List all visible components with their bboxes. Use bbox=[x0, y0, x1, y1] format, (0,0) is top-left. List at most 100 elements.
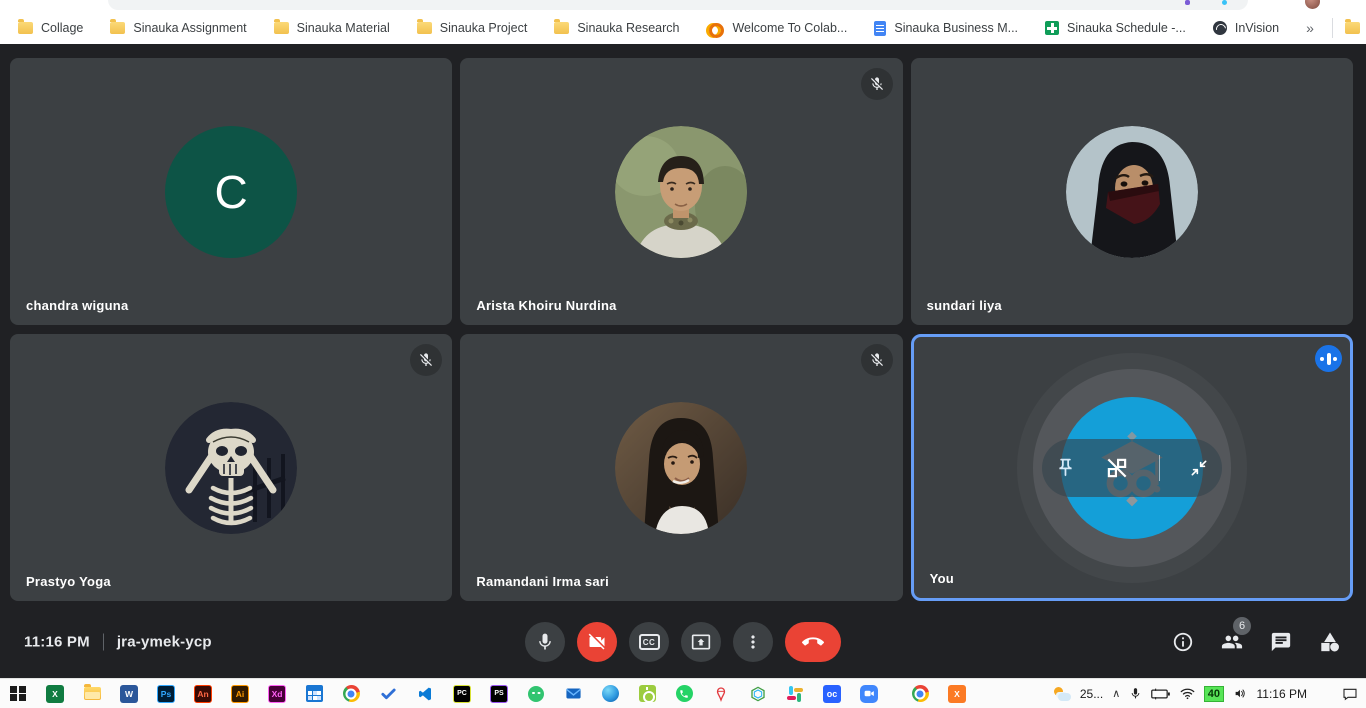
folder-icon bbox=[18, 22, 33, 34]
google-docs-icon bbox=[874, 21, 886, 36]
bookmark-sinauka-schedule[interactable]: Sinauka Schedule -... bbox=[1045, 21, 1186, 35]
mic-muted-icon bbox=[861, 344, 893, 376]
bookmark-invision[interactable]: InVision bbox=[1213, 21, 1279, 35]
bookmark-label: Sinauka Assignment bbox=[133, 21, 246, 35]
folder-icon bbox=[417, 22, 432, 34]
chrome-icon[interactable] bbox=[341, 684, 361, 704]
start-button-icon[interactable] bbox=[8, 684, 28, 704]
bookmarks-bar: Collage Sinauka Assignment Sinauka Mater… bbox=[0, 12, 1366, 44]
bookmark-sinauka-project[interactable]: Sinauka Project bbox=[417, 21, 528, 35]
bookmark-sinauka-material[interactable]: Sinauka Material bbox=[274, 21, 390, 35]
chrome-tray-icon[interactable] bbox=[910, 684, 930, 704]
bookmarks-overflow-chevron[interactable]: » bbox=[1306, 20, 1314, 36]
extension-icon[interactable] bbox=[1185, 0, 1190, 5]
participant-tile-arista-khoiru-nurdina[interactable]: Arista Khoiru Nurdina bbox=[460, 58, 902, 325]
wifi-icon[interactable] bbox=[1180, 687, 1195, 700]
folder-icon bbox=[110, 22, 125, 34]
participants-button[interactable]: 6 bbox=[1220, 630, 1244, 654]
battery-percent-badge[interactable]: 40 bbox=[1204, 686, 1223, 702]
pin-icon[interactable] bbox=[1055, 457, 1076, 478]
animate-icon[interactable]: An bbox=[193, 684, 213, 704]
colab-icon bbox=[706, 22, 724, 34]
participant-name: chandra wiguna bbox=[26, 298, 128, 313]
participant-tile-sundari-liya[interactable]: sundari liya bbox=[911, 58, 1353, 325]
file-explorer-icon[interactable] bbox=[82, 684, 102, 704]
participant-tile-you[interactable]: You bbox=[911, 334, 1353, 601]
participant-tile-prastyo-yoga[interactable]: Prastyo Yoga bbox=[10, 334, 452, 601]
bookmark-label: Sinauka Schedule -... bbox=[1067, 21, 1186, 35]
bookmarks-divider bbox=[1332, 18, 1333, 38]
volume-icon[interactable] bbox=[1233, 687, 1248, 700]
extension-icon[interactable] bbox=[1222, 0, 1227, 5]
edge-icon[interactable] bbox=[600, 684, 620, 704]
illustrator-icon[interactable]: Ai bbox=[230, 684, 250, 704]
tray-expand-chevron-icon[interactable]: ∧ bbox=[1112, 687, 1120, 700]
phpstorm-icon[interactable]: PS bbox=[489, 684, 509, 704]
google-meet-stage: C chandra wiguna bbox=[0, 44, 1366, 678]
other-bookmarks-button[interactable]: Other bookmarks bbox=[1345, 21, 1366, 35]
photoshop-icon[interactable]: Ps bbox=[156, 684, 176, 704]
bookmark-label: Sinauka Material bbox=[297, 21, 390, 35]
android-icon[interactable] bbox=[526, 684, 546, 704]
tray-mic-icon[interactable] bbox=[1129, 687, 1142, 700]
todo-check-icon[interactable] bbox=[378, 684, 398, 704]
battery-charging-icon[interactable] bbox=[1151, 687, 1171, 701]
mail-icon[interactable] bbox=[563, 684, 583, 704]
action-center-icon[interactable] bbox=[1342, 687, 1358, 701]
minimize-tile-icon[interactable] bbox=[1189, 458, 1209, 478]
meet-bottom-bar: 11:16 PM jra-ymek-ycp CC bbox=[0, 606, 1366, 678]
taskbar-clock[interactable]: 11:16 PM bbox=[1257, 687, 1307, 701]
cc-icon: CC bbox=[639, 634, 660, 650]
participant-tile-ramandani-irma-sari[interactable]: Ramandani Irma sari bbox=[460, 334, 902, 601]
participant-name: Prastyo Yoga bbox=[26, 574, 111, 589]
weather-icon[interactable] bbox=[1053, 687, 1071, 701]
windows-taskbar: X W Ps An Ai Xd PC PS oc X 25... ∧ bbox=[0, 678, 1366, 708]
avatar-wrap bbox=[10, 334, 452, 601]
oc-app-icon[interactable]: oc bbox=[822, 684, 842, 704]
adobe-xd-icon[interactable]: Xd bbox=[267, 684, 287, 704]
bookmark-label: Collage bbox=[41, 21, 83, 35]
captions-button[interactable]: CC bbox=[629, 622, 669, 662]
zoom-app-icon[interactable] bbox=[859, 684, 879, 704]
participant-tile-chandra-wiguna[interactable]: C chandra wiguna bbox=[10, 58, 452, 325]
whatsapp-icon[interactable] bbox=[674, 684, 694, 704]
vscode-icon[interactable] bbox=[415, 684, 435, 704]
bookmark-sinauka-business[interactable]: Sinauka Business M... bbox=[874, 21, 1018, 36]
mic-muted-icon bbox=[861, 68, 893, 100]
bookmark-label: InVision bbox=[1235, 21, 1279, 35]
bookmark-label: Sinauka Business M... bbox=[894, 21, 1018, 35]
avatar-wrap: C bbox=[10, 58, 452, 325]
bookmark-welcome-to-colab[interactable]: Welcome To Colab... bbox=[706, 21, 847, 35]
droidcam-icon[interactable] bbox=[637, 684, 657, 704]
camera-off-button[interactable] bbox=[577, 622, 617, 662]
bookmark-collage[interactable]: Collage bbox=[18, 21, 83, 35]
bookmark-label: Sinauka Research bbox=[577, 21, 679, 35]
calendar-icon[interactable] bbox=[304, 684, 324, 704]
address-bar-sliver[interactable] bbox=[108, 0, 1248, 10]
more-options-button[interactable] bbox=[733, 622, 773, 662]
chat-button[interactable] bbox=[1269, 630, 1293, 654]
meeting-details-button[interactable] bbox=[1171, 630, 1195, 654]
bookmark-label: Welcome To Colab... bbox=[732, 21, 847, 35]
participant-name: sundari liya bbox=[927, 298, 1002, 313]
hexagon-app-icon[interactable] bbox=[748, 684, 768, 704]
participant-grid: C chandra wiguna bbox=[10, 58, 1353, 601]
browser-profile-avatar[interactable] bbox=[1305, 0, 1320, 9]
leave-call-button[interactable] bbox=[785, 622, 841, 662]
remove-tile-icon[interactable] bbox=[1104, 455, 1130, 481]
xampp-icon[interactable]: X bbox=[947, 684, 967, 704]
avatar-wrap bbox=[460, 334, 902, 601]
bookmark-sinauka-research[interactable]: Sinauka Research bbox=[554, 21, 679, 35]
meeting-code[interactable]: jra-ymek-ycp bbox=[117, 634, 212, 651]
slack-icon[interactable] bbox=[785, 684, 805, 704]
folder-icon bbox=[554, 22, 569, 34]
bookmark-sinauka-assignment[interactable]: Sinauka Assignment bbox=[110, 21, 246, 35]
mic-button[interactable] bbox=[525, 622, 565, 662]
word-icon[interactable]: W bbox=[119, 684, 139, 704]
activities-button[interactable] bbox=[1318, 630, 1342, 654]
excel-icon[interactable]: X bbox=[45, 684, 65, 704]
pycharm-icon[interactable]: PC bbox=[452, 684, 472, 704]
weather-temp[interactable]: 25... bbox=[1080, 687, 1103, 701]
present-button[interactable] bbox=[681, 622, 721, 662]
coreldraw-icon[interactable] bbox=[711, 684, 731, 704]
